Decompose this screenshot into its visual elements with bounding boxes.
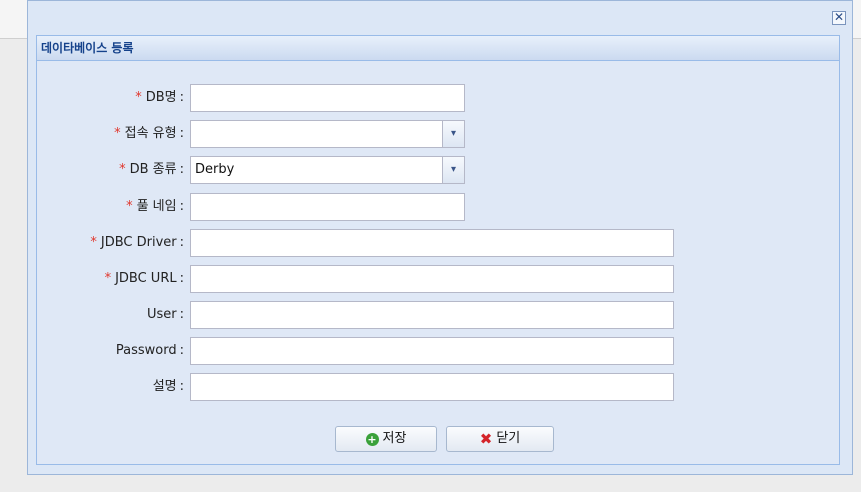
user-input[interactable] <box>190 301 674 329</box>
description-label: 설명: <box>152 379 184 394</box>
password-input[interactable] <box>190 337 674 365</box>
save-button[interactable]: + 저장 <box>335 426 437 452</box>
pool-name-input[interactable] <box>190 193 465 221</box>
db-type-label: * DB 종류: <box>119 162 184 177</box>
required-marker: * <box>135 90 142 105</box>
jdbc-driver-input[interactable] <box>190 229 674 257</box>
close-button-label: 닫기 <box>496 431 521 446</box>
description-input[interactable] <box>190 373 674 401</box>
required-marker: * <box>126 199 133 214</box>
save-button-label: 저장 <box>382 431 407 446</box>
required-marker: * <box>119 162 126 177</box>
chevron-down-icon[interactable]: ▾ <box>442 121 464 147</box>
db-name-label: * DB명: <box>135 90 184 105</box>
password-label: Password: <box>115 343 184 358</box>
user-label: User: <box>146 307 184 322</box>
jdbc-driver-label: * JDBC Driver: <box>90 235 184 250</box>
required-marker: * <box>114 126 121 141</box>
connection-type-label: * 접속 유형: <box>114 126 184 141</box>
close-icon[interactable]: ✕ <box>832 11 846 25</box>
panel-title: 데이타베이스 등록 <box>37 36 839 61</box>
jdbc-url-input[interactable] <box>190 265 674 293</box>
close-x-icon: ✖ <box>479 430 493 448</box>
close-button[interactable]: ✖ 닫기 <box>446 426 554 452</box>
form-panel: 데이타베이스 등록 * DB명: * 접속 유형: ▾ * DB 종류: Derby … <box>36 35 840 465</box>
db-type-select[interactable]: Derby ▾ <box>190 156 465 184</box>
required-marker: * <box>104 271 112 286</box>
database-register-dialog: ✕ 데이타베이스 등록 * DB명: * 접속 유형: ▾ * DB 종류: Derb… <box>27 0 853 475</box>
pool-name-label: * 풀 네임: <box>126 199 184 214</box>
connection-type-select[interactable]: ▾ <box>190 120 465 148</box>
jdbc-url-label: * JDBC URL: <box>104 271 184 286</box>
required-marker: * <box>90 235 97 250</box>
chevron-down-icon[interactable]: ▾ <box>442 157 464 183</box>
db-type-value: Derby <box>195 162 235 177</box>
add-icon: + <box>365 432 379 446</box>
db-name-input[interactable] <box>190 84 465 112</box>
